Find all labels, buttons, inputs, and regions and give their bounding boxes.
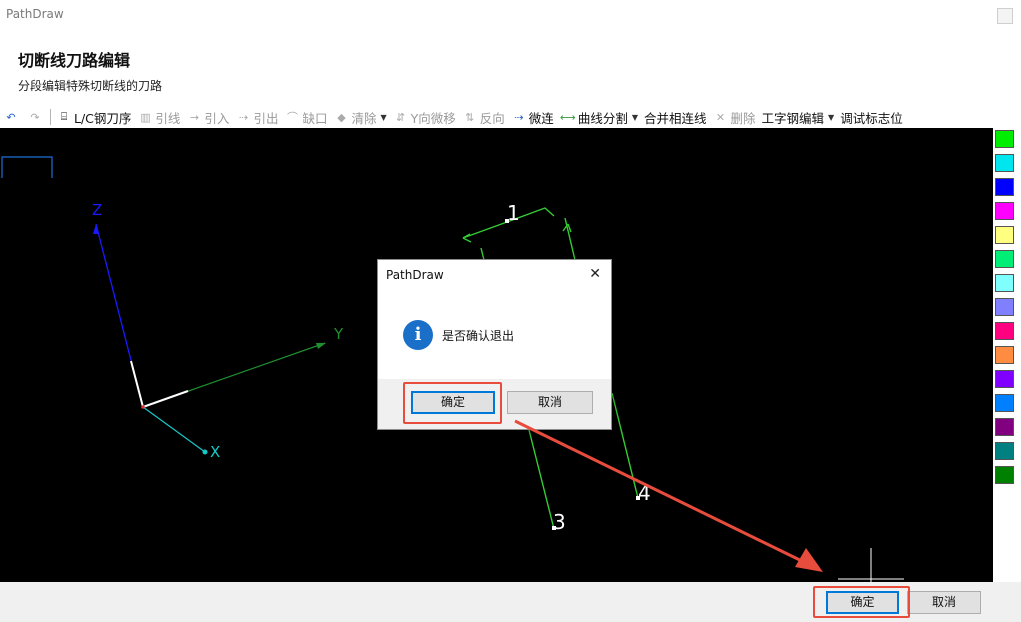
toolbar-separator — [50, 109, 51, 125]
undo-button[interactable]: ↶ — [0, 107, 24, 127]
y-axis-origin-segment — [142, 390, 189, 408]
notch-label: 缺口 — [302, 110, 328, 126]
chevron-down-icon: ▼ — [828, 112, 835, 122]
reverse-button[interactable]: ⇅ 反向 — [459, 107, 508, 127]
y-nudge-icon: ⇵ — [396, 110, 406, 124]
blade-order-icon: ⌸ — [60, 110, 68, 123]
info-icon: i — [403, 320, 433, 350]
reverse-icon: ⇅ — [465, 110, 475, 124]
color-swatch[interactable] — [995, 202, 1014, 220]
y-nudge-label: Y向微移 — [410, 110, 456, 126]
blade-order-label: L/C钢刀序 — [74, 110, 132, 126]
notch-icon: ⌒ — [286, 111, 298, 124]
dialog-close-icon[interactable]: ✕ — [589, 266, 601, 282]
window-title: PathDraw — [6, 7, 64, 21]
micro-joint-button[interactable]: ⇢ 微连 — [508, 107, 557, 127]
curve-split-label: 曲线分割 — [577, 110, 628, 126]
color-swatch[interactable] — [995, 466, 1014, 484]
y-axis-label: Y — [333, 325, 344, 343]
blade-order-button[interactable]: ⌸ L/C钢刀序 — [53, 107, 134, 127]
undo-icon: ↶ — [6, 110, 16, 124]
annotation-highlight-ok — [813, 586, 910, 618]
y-nudge-button[interactable]: ⇵ Y向微移 — [390, 107, 459, 127]
lead-in-icon: → — [189, 110, 200, 124]
color-swatch[interactable] — [995, 226, 1014, 244]
dialog-cancel-button[interactable]: 取消 — [507, 391, 593, 414]
page-subtitle: 分段编辑特殊切断线的刀路 — [18, 79, 163, 93]
x-axis — [142, 406, 206, 453]
toolbar: ↶ ↷ ⌸ L/C钢刀序 ▥ 引线 → 引入 ⇢ 引出 ⌒ 缺口 ◆ 清除 ▼ — [0, 106, 995, 128]
x-axis-end — [202, 449, 208, 455]
cut-path-right-top — [564, 217, 576, 261]
color-swatch[interactable] — [995, 250, 1014, 268]
title-bar: PathDraw — [0, 0, 1021, 32]
reverse-label: 反向 — [479, 110, 505, 126]
i-beam-edit-label: 工字钢编辑 — [761, 110, 825, 126]
delete-label: 删除 — [730, 110, 756, 126]
curve-split-icon: ⟷ — [559, 110, 576, 124]
lead-line-icon: ▥ — [140, 110, 151, 124]
merge-connected-label: 合并相连线 — [643, 110, 707, 126]
color-swatch[interactable] — [995, 346, 1014, 364]
chevron-down-icon: ▼ — [380, 112, 387, 122]
redo-button[interactable]: ↷ — [24, 107, 48, 127]
color-swatch[interactable] — [995, 394, 1014, 412]
point-label-4: 4 — [638, 481, 651, 505]
cancel-button[interactable]: 取消 — [907, 591, 981, 614]
axis-origin — [141, 405, 145, 409]
color-swatch[interactable] — [995, 154, 1014, 172]
delete-button[interactable]: ✕ 删除 — [710, 107, 759, 127]
chevron-down-icon: ▼ — [631, 112, 638, 122]
i-beam-edit-dropdown[interactable]: 工字钢编辑 ▼ — [759, 107, 838, 127]
clear-label: 清除 — [351, 110, 377, 126]
point-label-1: 1 — [507, 201, 520, 225]
point-label-3: 3 — [553, 510, 566, 534]
delete-icon: ✕ — [715, 110, 726, 124]
dialog-title: PathDraw — [386, 268, 444, 282]
y-axis-arrow — [316, 343, 326, 349]
dialog-message: 是否确认退出 — [442, 329, 515, 343]
app-window: PathDraw 切断线刀路编辑 分段编辑特殊切断线的刀路 ↶ ↷ ⌸ L/C钢… — [0, 0, 1021, 622]
color-swatch[interactable] — [995, 418, 1014, 436]
lead-out-button[interactable]: ⇢ 引出 — [232, 107, 281, 127]
color-swatch[interactable] — [995, 442, 1014, 460]
page-title: 切断线刀路编辑 — [18, 51, 131, 70]
color-swatch[interactable] — [995, 370, 1014, 388]
color-swatch[interactable] — [995, 274, 1014, 292]
curve-split-dropdown[interactable]: ⟷ 曲线分割 ▼ — [557, 107, 641, 127]
z-axis-origin-segment — [130, 360, 144, 408]
color-swatch[interactable] — [995, 130, 1014, 148]
lead-out-label: 引出 — [253, 110, 279, 126]
debug-flag-label: 调试标志位 — [840, 110, 903, 126]
redo-icon: ↷ — [30, 110, 40, 124]
notch-button[interactable]: ⌒ 缺口 — [281, 107, 330, 127]
lead-out-icon: ⇢ — [238, 110, 249, 124]
debug-flag-button[interactable]: 调试标志位 — [837, 107, 906, 127]
lead-line-button[interactable]: ▥ 引线 — [134, 107, 183, 127]
cut-path-right-bottom — [611, 392, 639, 499]
clear-icon: ◆ — [337, 110, 346, 124]
color-swatch[interactable] — [995, 298, 1014, 316]
selection-frame — [1, 156, 53, 178]
lead-in-label: 引入 — [204, 110, 230, 126]
cut-path-arrow-b — [462, 237, 472, 243]
cut-path-left-bottom — [527, 425, 555, 530]
clear-dropdown[interactable]: ◆ 清除 ▼ — [330, 107, 389, 127]
color-swatch[interactable] — [995, 178, 1014, 196]
micro-joint-icon: ⇢ — [514, 110, 524, 124]
x-axis-label: X — [210, 443, 220, 461]
lead-in-button[interactable]: → 引入 — [183, 107, 232, 127]
micro-joint-label: 微连 — [528, 110, 554, 126]
window-close-button[interactable] — [997, 8, 1013, 24]
lead-line-label: 引线 — [155, 110, 181, 126]
annotation-highlight-dialog-ok — [403, 382, 502, 424]
color-swatch[interactable] — [995, 322, 1014, 340]
z-axis-label: Z — [92, 201, 102, 219]
z-axis-arrow — [93, 224, 99, 234]
color-palette — [993, 128, 1021, 582]
merge-connected-button[interactable]: 合并相连线 — [641, 107, 710, 127]
